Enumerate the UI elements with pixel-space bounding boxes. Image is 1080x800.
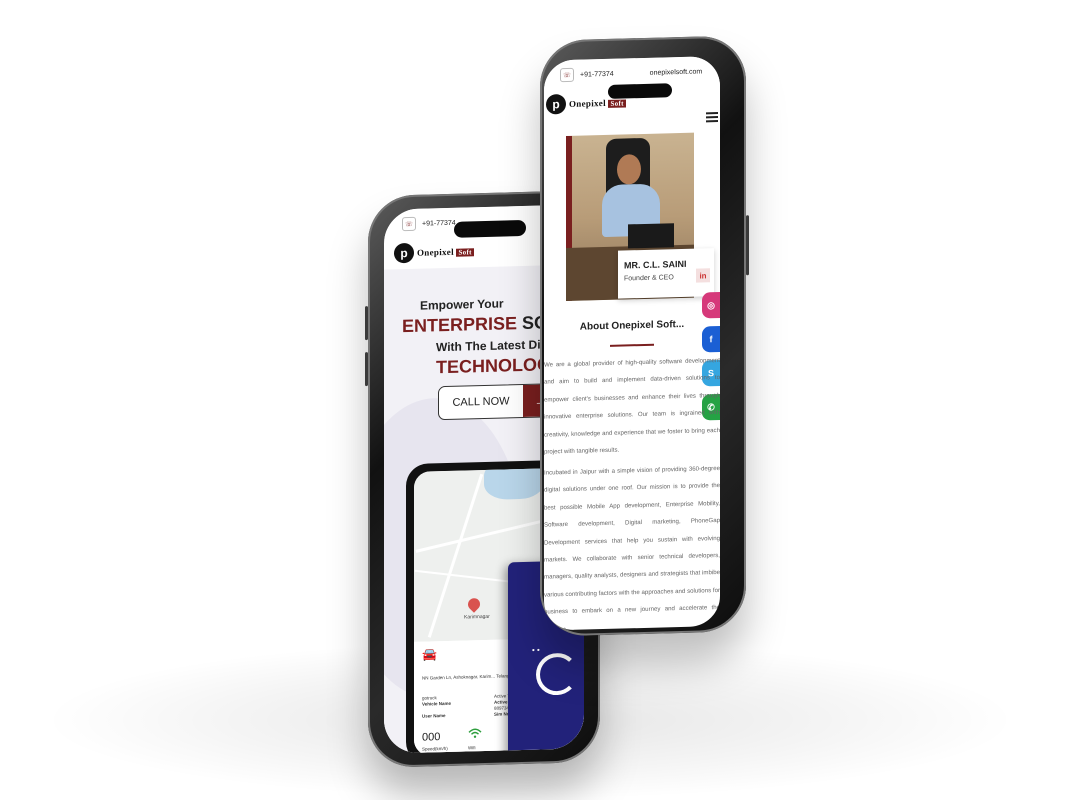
speed-label: Speed(km/h) — [422, 745, 448, 752]
volume-up-button — [365, 306, 368, 341]
phone-right-screen: ☏ +91-77374 onepixelsoft.com p Onepixel … — [544, 55, 720, 631]
car-icon: 🚘 — [422, 647, 437, 662]
location-pin-icon — [465, 595, 483, 613]
speed-value: 000 — [422, 731, 441, 744]
about-heading: About Onepixel Soft... — [579, 318, 685, 333]
dynamic-island — [454, 219, 526, 238]
ceo-name: MR. C.L. SAINI — [624, 258, 687, 271]
phone-icon[interactable]: ☏ — [402, 216, 416, 232]
call-now-label: CALL NOW — [452, 395, 510, 409]
facebook-icon[interactable]: f — [702, 325, 720, 353]
volume-down-button — [365, 352, 368, 387]
about-underline — [610, 343, 654, 347]
topbar-phone[interactable]: +91-77374 — [422, 219, 456, 227]
about-paragraph-2: Incubated in Jaipur with a simple vision… — [544, 464, 720, 631]
phone-mockup-right: ☏ +91-77374 onepixelsoft.com p Onepixel … — [540, 35, 749, 637]
ceo-name-card: MR. C.L. SAINI Founder & CEO in — [618, 248, 714, 299]
power-button — [746, 215, 749, 276]
app-logo-icon — [536, 652, 578, 696]
dynamic-island — [608, 83, 672, 99]
logo-wordmark: Onepixel Soft — [417, 246, 474, 258]
topbar-phone[interactable]: +91-77374 — [580, 70, 614, 78]
topbar-email[interactable]: onepixelsoft.com — [650, 68, 703, 76]
map-water — [484, 467, 544, 500]
instagram-icon[interactable]: ◎ — [702, 291, 720, 319]
photo-laptop — [628, 223, 674, 249]
about-paragraph-1: We are a global provider of high-quality… — [544, 356, 720, 456]
vehicle-name-label: Vehicle Name — [422, 700, 452, 707]
user-name-label: User Name — [422, 713, 446, 719]
wifi-label: Wifi — [468, 745, 476, 751]
map-city-label: Karimnagar — [464, 613, 490, 621]
hamburger-menu-icon[interactable] — [706, 110, 718, 124]
map-road — [427, 473, 484, 638]
phone-icon[interactable]: ☏ — [560, 67, 574, 83]
ceo-role: Founder & CEO — [624, 274, 674, 283]
vehicle-name-value: gotruck — [422, 695, 437, 701]
logo-wordmark: Onepixel Soft — [569, 97, 626, 109]
logo-mark: p — [546, 94, 566, 115]
app-logo-dots: • • — [532, 645, 540, 655]
linkedin-icon[interactable]: in — [696, 268, 710, 283]
logo-mark: p — [394, 242, 414, 264]
wifi-icon — [468, 728, 482, 741]
